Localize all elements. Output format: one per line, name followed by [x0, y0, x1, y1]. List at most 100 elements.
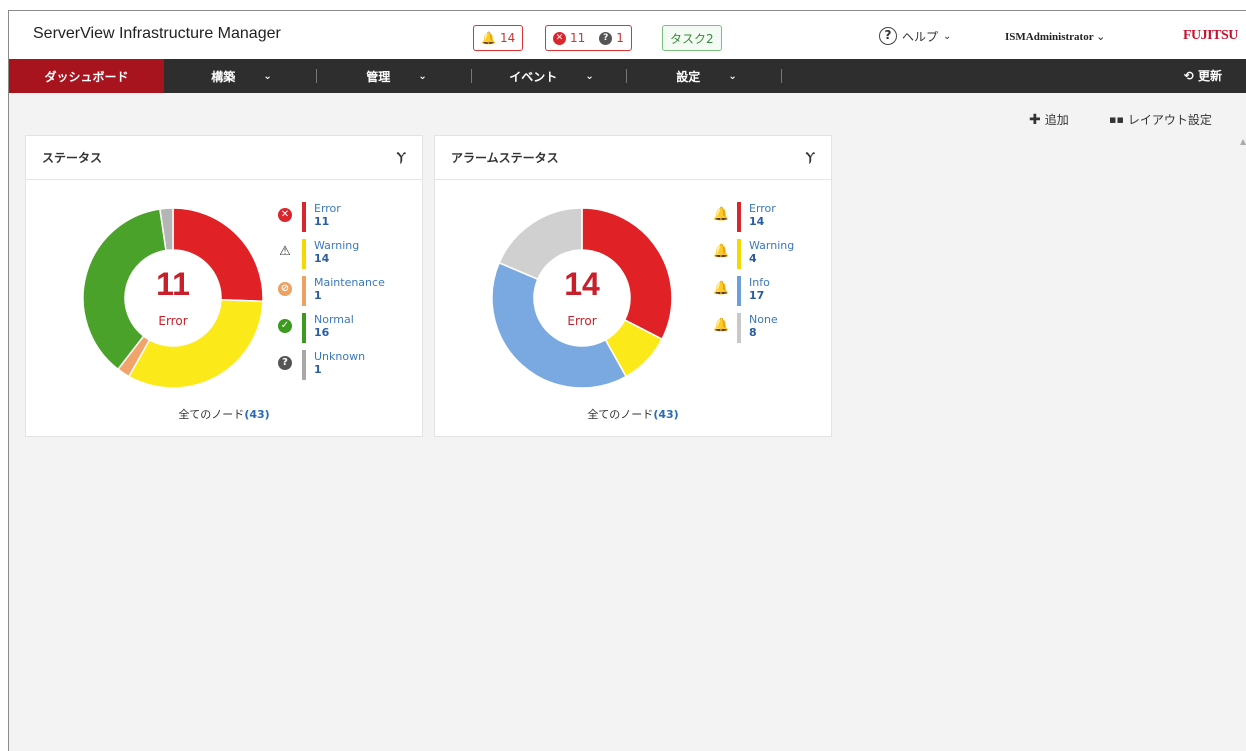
legend-value: 11 [314, 215, 330, 228]
total-label: 全てのノード [587, 408, 654, 421]
legend-color-bar [737, 202, 741, 232]
task-label: タスク2 [670, 31, 714, 46]
nav-settings-label: 設定 [676, 69, 701, 84]
legend-color-bar [737, 313, 741, 343]
task-badge-button[interactable]: タスク2 [662, 25, 722, 51]
legend-color-bar [302, 350, 306, 380]
bell-warning-icon: 🔔 [713, 244, 730, 259]
alarm-badge-button[interactable]: 🔔 14 [473, 25, 524, 51]
legend-value: 8 [749, 326, 757, 339]
refresh-button[interactable]: ⟲ 更新 [1184, 67, 1222, 84]
brand-logo: FUJITSU [1183, 28, 1238, 43]
legend-color-bar [302, 276, 306, 306]
main-nav: ダッシュボード 構築 ⌄ 管理 ⌄ イベント ⌄ 設定 ⌄ [9, 59, 1246, 93]
legend-color-bar [302, 239, 306, 269]
grid-icon: ▪▪ [1109, 113, 1124, 126]
alarm-center-value: 14 [564, 266, 600, 302]
alarm-status-widget: アラームステータス Ⲩ 14 Error 🔔 Error 14 🔔 Warnin… [434, 135, 832, 437]
legend-name: Error [749, 202, 776, 215]
status-widget-title: ステータス [42, 151, 103, 165]
legend-value: 17 [749, 289, 765, 302]
legend-value: 4 [749, 252, 757, 265]
plus-icon: ✚ [1029, 111, 1041, 128]
alarm-total-link[interactable]: 全てのノード(43) [435, 406, 831, 422]
legend-value: 1 [314, 363, 322, 376]
bell-error-icon: 🔔 [713, 207, 730, 222]
error-icon: ✕ [278, 208, 292, 222]
help-label: ヘルプ [902, 29, 939, 44]
user-name: ISMAdministrator [1005, 31, 1094, 43]
legend-name: Normal [314, 313, 354, 326]
chevron-down-icon: ⌄ [1096, 31, 1106, 43]
nav-build[interactable]: 構築 ⌄ [164, 59, 319, 93]
legend-name: Warning [749, 239, 795, 252]
layout-settings-button[interactable]: ▪▪ レイアウト設定 [1109, 111, 1212, 128]
refresh-label: 更新 [1197, 69, 1222, 83]
legend-name: Maintenance [314, 276, 385, 289]
legend-name: Info [749, 276, 770, 289]
nav-manage-label: 管理 [366, 69, 391, 84]
error-icon: ✕ [553, 31, 566, 45]
unknown-icon: ? [599, 31, 613, 45]
total-label: 全てのノード [178, 408, 245, 421]
chevron-down-icon: ⌄ [418, 70, 427, 82]
add-widget-button[interactable]: ✚ 追加 [1029, 111, 1069, 128]
help-menu[interactable]: ? ヘルプ ⌄ [879, 27, 951, 45]
legend-value: 14 [314, 252, 330, 265]
maintenance-icon: ⊘ [278, 282, 292, 296]
unknown-count: 1 [616, 31, 624, 45]
nav-event[interactable]: イベント ⌄ [474, 59, 629, 93]
bell-icon: 🔔 [481, 31, 496, 45]
legend-value: 16 [314, 326, 330, 339]
status-badge-button[interactable]: ✕ 11 ? 1 [545, 25, 632, 51]
nav-event-label: イベント [509, 69, 558, 84]
legend-name: Unknown [314, 350, 366, 363]
scroll-up-arrow[interactable]: ▲ [1240, 137, 1246, 149]
chevron-down-icon: ⌄ [728, 70, 737, 82]
help-icon: ? [879, 27, 897, 45]
chevron-down-icon: ⌄ [943, 30, 952, 42]
chevron-down-icon: ⌄ [263, 70, 272, 82]
nav-dashboard-label: ダッシュボード [44, 69, 129, 84]
pin-icon[interactable]: Ⲩ [397, 150, 406, 165]
legend-name: Warning [314, 239, 360, 252]
bell-none-icon: 🔔 [713, 318, 730, 333]
chevron-down-icon: ⌄ [585, 70, 594, 82]
status-center-label: Error [158, 314, 188, 328]
pin-icon[interactable]: Ⲩ [806, 150, 815, 165]
app-frame: ServerView Infrastructure Manager 🔔 14 ✕… [8, 10, 1246, 751]
warning-icon: ⚠ [279, 244, 291, 259]
legend-color-bar [737, 239, 741, 269]
legend-color-bar [302, 202, 306, 232]
bell-info-icon: 🔔 [713, 281, 730, 296]
donut-slice-warning[interactable] [127, 298, 264, 389]
alarm-center-label: Error [567, 314, 597, 328]
top-header: ServerView Infrastructure Manager 🔔 14 ✕… [9, 11, 1246, 59]
status-widget-header: ステータス Ⲩ [26, 136, 422, 180]
normal-icon: ✓ [278, 319, 292, 333]
status-total-link[interactable]: 全てのノード(43) [26, 406, 422, 422]
total-count: (43) [244, 408, 270, 421]
alarm-count: 14 [499, 31, 516, 45]
legend-color-bar [302, 313, 306, 343]
nav-dashboard[interactable]: ダッシュボード [9, 59, 164, 93]
total-count: (43) [653, 408, 679, 421]
alarm-widget-title: アラームステータス [451, 151, 559, 165]
legend-value: 1 [314, 289, 322, 302]
alarm-widget-header: アラームステータス Ⲩ [435, 136, 831, 180]
layout-label: レイアウト設定 [1127, 113, 1212, 127]
nav-settings[interactable]: 設定 ⌄ [629, 59, 784, 93]
user-menu[interactable]: ISMAdministrator ⌄ [1005, 30, 1105, 43]
nav-manage[interactable]: 管理 ⌄ [319, 59, 474, 93]
error-count: 11 [570, 31, 586, 45]
status-center-value: 11 [156, 266, 190, 302]
legend-name: Error [314, 202, 341, 215]
refresh-icon: ⟲ [1183, 69, 1194, 83]
nav-build-label: 構築 [211, 69, 236, 84]
status-widget: ステータス Ⲩ 11 Error ✕ Error 11 ⚠ Warning 14… [25, 135, 423, 437]
legend-name: None [749, 313, 778, 326]
unknown-icon: ? [278, 356, 292, 370]
legend-color-bar [737, 276, 741, 306]
add-label: 追加 [1044, 113, 1069, 127]
legend-value: 14 [749, 215, 765, 228]
